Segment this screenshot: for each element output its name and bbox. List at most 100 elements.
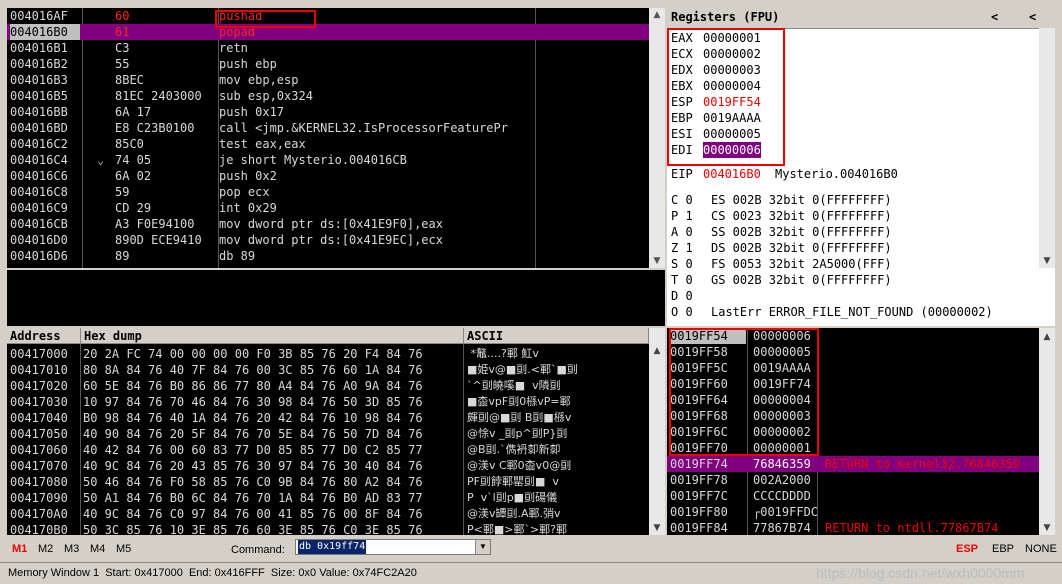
disasm-address[interactable]: 004016AF xyxy=(10,8,80,24)
reg-esp-button[interactable]: ESP xyxy=(956,543,978,555)
stack-value[interactable]: 00000006 xyxy=(753,328,817,344)
disasm-address[interactable]: 004016CB xyxy=(10,216,80,232)
dump-hex[interactable]: 40 90 84 76 20 5F 84 76 70 5E 84 76 50 7… xyxy=(83,426,463,442)
flag-value[interactable]: Z 1 xyxy=(671,240,693,256)
scroll-down-icon[interactable]: ▼ xyxy=(1039,521,1055,535)
stack-value[interactable]: 00000003 xyxy=(753,408,817,424)
stack-value[interactable]: 00000004 xyxy=(753,392,817,408)
register-value[interactable]: 00000004 xyxy=(703,78,761,94)
stack-address[interactable]: 0019FF68 xyxy=(670,408,746,424)
dump-row[interactable]: 00417060 40 42 84 76 00 60 83 77 D0 85 85… xyxy=(7,442,665,458)
disasm-row[interactable]: 004016BD E8 C23B0100 call <jmp.&KERNEL32.I… xyxy=(7,120,665,136)
scroll-down-icon[interactable]: ▼ xyxy=(1039,254,1055,268)
stack-pane[interactable]: 0019FF54 00000006 0019FF58 00000005 0019FF5C… xyxy=(667,328,1055,535)
disasm-row[interactable]: 004016B5 81EC 2403000 sub esp,0x324 xyxy=(7,88,665,104)
dump-ascii[interactable]: PF刯餑鄆罌刯■ v xyxy=(467,474,645,490)
dump-hex[interactable]: 40 42 84 76 00 60 83 77 D0 85 85 77 D0 C… xyxy=(83,442,463,458)
dump-address[interactable]: 00417040 xyxy=(10,410,80,426)
flag-row[interactable]: D 0 xyxy=(667,288,1055,304)
stack-value[interactable]: 00000001 xyxy=(753,440,817,456)
disasm-row[interactable]: 004016B3 8BEC mov ebp,esp xyxy=(7,72,665,88)
flag-value[interactable]: A 0 xyxy=(671,224,693,240)
register-row[interactable]: EBX 00000004 xyxy=(667,78,1055,94)
register-row[interactable]: ESI 00000005 xyxy=(667,126,1055,142)
reg-ebp-button[interactable]: EBP xyxy=(992,543,1014,555)
disasm-address[interactable]: 004016C8 xyxy=(10,184,80,200)
disasm-address[interactable]: 004016C9 xyxy=(10,200,80,216)
dump-hex[interactable]: 80 8A 84 76 40 7F 84 76 00 3C 85 76 60 1… xyxy=(83,362,463,378)
flag-row[interactable]: O 0 LastErr ERROR_FILE_NOT_FOUND (0000000… xyxy=(667,304,1055,320)
stack-row[interactable]: 0019FF6C 00000002 xyxy=(667,424,1055,440)
column-header-ascii[interactable]: ASCII xyxy=(464,328,649,344)
disasm-address[interactable]: 004016D6 xyxy=(10,248,80,264)
stack-value[interactable]: 77867B74 xyxy=(753,520,817,535)
disasm-instruction[interactable]: push 0x2 xyxy=(219,168,535,184)
disasm-address[interactable]: 004016C4 xyxy=(10,152,80,168)
stack-value[interactable]: 76846359 xyxy=(753,456,817,472)
registers-vscroll[interactable]: ▼ xyxy=(1039,28,1055,268)
disasm-row[interactable]: 004016B2 55 push ebp xyxy=(7,56,665,72)
disasm-hex[interactable]: 89 xyxy=(115,248,215,264)
registers-nav-next-button[interactable]: < xyxy=(1029,10,1036,24)
disasm-row[interactable]: 004016C2 85C0 test eax,eax xyxy=(7,136,665,152)
dump-row[interactable]: 00417080 50 46 84 76 F0 58 85 76 C0 9B 84… xyxy=(7,474,665,490)
memory-tab-m5[interactable]: M5 xyxy=(116,543,131,555)
stack-address[interactable]: 0019FF54 xyxy=(670,328,746,344)
dump-ascii[interactable]: @悇v _刯p^刯P}刯 xyxy=(467,426,645,442)
stack-address[interactable]: 0019FF70 xyxy=(670,440,746,456)
dump-address[interactable]: 00417000 xyxy=(10,346,80,362)
disasm-hex[interactable]: C3 xyxy=(115,40,215,56)
dump-hex[interactable]: 40 9C 84 76 C0 97 84 76 00 41 85 76 00 8… xyxy=(83,506,463,522)
disasm-row[interactable]: 004016B1 C3 retn xyxy=(7,40,665,56)
disasm-instruction[interactable]: mov ebp,esp xyxy=(219,72,535,88)
disasm-address[interactable]: 004016B5 xyxy=(10,88,80,104)
flag-row[interactable]: Z 1 DS 002B 32bit 0(FFFFFFFF) xyxy=(667,240,1055,256)
disasm-hex[interactable]: 61 xyxy=(115,24,215,40)
disasm-instruction[interactable]: int 0x29 xyxy=(219,200,535,216)
stack-vscroll[interactable]: ▲ ▼ xyxy=(1039,328,1055,535)
disasm-row[interactable]: 004016AF 60 pushad xyxy=(7,8,665,24)
flag-row[interactable]: S 0 FS 0053 32bit 2A5000(FFF) xyxy=(667,256,1055,272)
flag-value[interactable]: O 0 xyxy=(671,304,693,320)
scroll-up-icon[interactable]: ▲ xyxy=(1039,330,1055,344)
stack-row[interactable]: 0019FF58 00000005 xyxy=(667,344,1055,360)
disasm-row[interactable]: 004016D0 890D ECE9410 mov dword ptr ds:[0x… xyxy=(7,232,665,248)
register-value[interactable]: 0019FF54 xyxy=(703,94,761,110)
stack-address[interactable]: 0019FF58 xyxy=(670,344,746,360)
disasm-row[interactable]: 004016C4 ⌄ 74 05 je short Mysterio.004016CB xyxy=(7,152,665,168)
disasm-hex[interactable]: CD 29 xyxy=(115,200,215,216)
register-row[interactable]: ESP 0019FF54 xyxy=(667,94,1055,110)
dump-ascii[interactable]: ■楍vpF刯0槂vP=鄆 xyxy=(467,394,645,410)
dump-ascii[interactable]: 皹刯@■刯 B刯■槂v xyxy=(467,410,645,426)
dump-row[interactable]: 00417020 60 5E 84 76 B0 86 86 77 80 A4 84… xyxy=(7,378,665,394)
dump-hex[interactable]: 20 2A FC 74 00 00 00 00 F0 3B 85 76 20 F… xyxy=(83,346,463,362)
disassembly-vscroll[interactable]: ▲ ▼ xyxy=(649,8,665,268)
disasm-row[interactable]: 004016B0 61 popad xyxy=(7,24,665,40)
stack-row[interactable]: 0019FF7C CCCCDDDD xyxy=(667,488,1055,504)
stack-row[interactable]: 0019FF70 00000001 xyxy=(667,440,1055,456)
dump-row[interactable]: 00417040 B0 98 84 76 40 1A 84 76 20 42 84… xyxy=(7,410,665,426)
stack-row[interactable]: 0019FF68 00000003 xyxy=(667,408,1055,424)
scroll-up-icon[interactable]: ▲ xyxy=(649,344,665,358)
disasm-hex[interactable]: 85C0 xyxy=(115,136,215,152)
stack-address[interactable]: 0019FF60 xyxy=(670,376,746,392)
disasm-row[interactable]: 004016C9 CD 29 int 0x29 xyxy=(7,200,665,216)
stack-row[interactable]: 0019FF80 ┌0019FFDC xyxy=(667,504,1055,520)
register-value[interactable]: 00000005 xyxy=(703,126,761,142)
stack-row[interactable]: 0019FF74 76846359 RETURN to kernel32.76846… xyxy=(667,456,1055,472)
disasm-hex[interactable]: 6A 02 xyxy=(115,168,215,184)
scroll-down-icon[interactable]: ▼ xyxy=(649,521,665,535)
dump-ascii[interactable]: @渼v罈刯.A鄆.弰v xyxy=(467,506,645,522)
column-header-hex[interactable]: Hex dump xyxy=(81,328,464,344)
register-value[interactable]: 00000006 xyxy=(703,142,761,158)
stack-address[interactable]: 0019FF84 xyxy=(670,520,746,535)
stack-address[interactable]: 0019FF5C xyxy=(670,360,746,376)
dump-address[interactable]: 00417050 xyxy=(10,426,80,442)
disasm-hex[interactable]: 74 05 xyxy=(115,152,215,168)
dump-row[interactable]: 00417090 50 A1 84 76 B0 6C 84 76 70 1A 84… xyxy=(7,490,665,506)
stack-address[interactable]: 0019FF7C xyxy=(670,488,746,504)
disasm-hex[interactable]: 81EC 2403000 xyxy=(115,88,215,104)
dump-hex[interactable]: 40 9C 84 76 20 43 85 76 30 97 84 76 30 4… xyxy=(83,458,463,474)
dump-row[interactable]: 00417030 10 97 84 76 70 46 84 76 30 98 84… xyxy=(7,394,665,410)
stack-row[interactable]: 0019FF5C 0019AAAA xyxy=(667,360,1055,376)
